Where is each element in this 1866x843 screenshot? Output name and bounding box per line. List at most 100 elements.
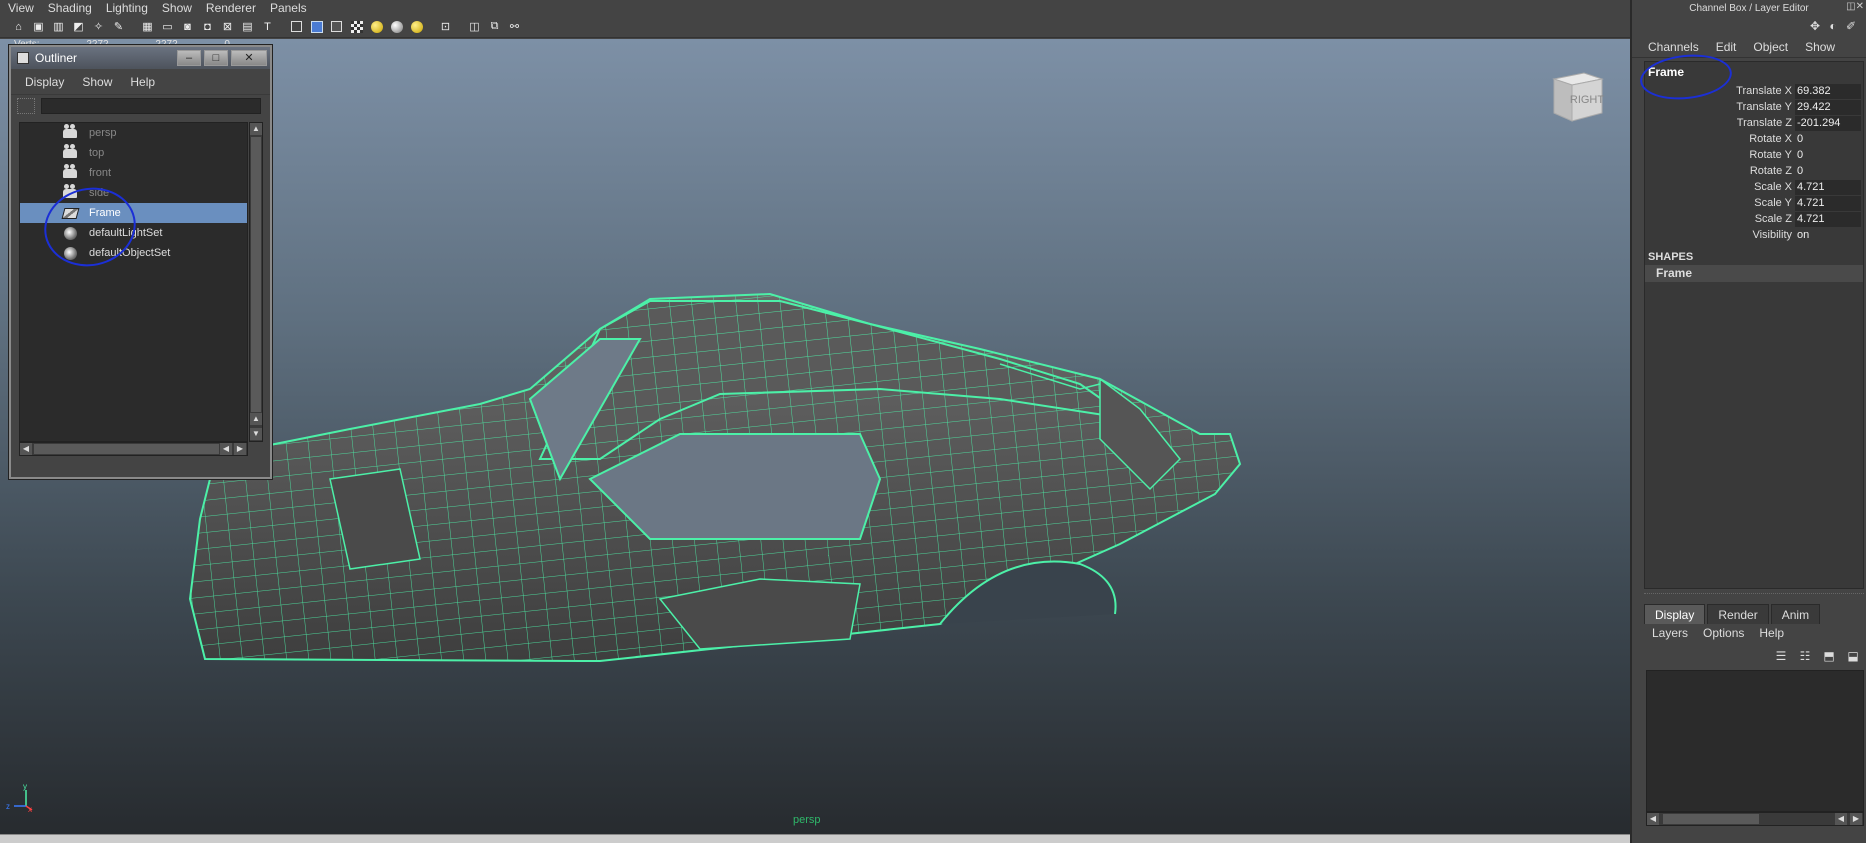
use-all-lights-icon[interactable] xyxy=(368,19,385,35)
move-layer-down-icon[interactable]: ⬓ xyxy=(1844,648,1862,664)
attr-translate-x[interactable]: Translate X 69.382 xyxy=(1645,83,1863,99)
attr-translate-y[interactable]: Translate Y 29.422 xyxy=(1645,99,1863,115)
ambient-occlusion-icon[interactable] xyxy=(408,19,425,35)
attr-translate-z[interactable]: Translate Z -201.294 xyxy=(1645,115,1863,131)
panel-divider[interactable] xyxy=(1644,593,1864,597)
scroll-left-icon[interactable]: ◀ xyxy=(20,443,32,455)
menu-renderer[interactable]: Renderer xyxy=(198,0,262,16)
outliner-item-side[interactable]: side xyxy=(20,183,247,203)
scroll-up-icon[interactable]: ▲ xyxy=(250,123,262,135)
channel-box-toggle-icon[interactable]: ✥ xyxy=(1808,19,1822,33)
grease-pencil-icon[interactable]: ✎ xyxy=(110,19,127,35)
attr-scale-y[interactable]: Scale Y 4.721 xyxy=(1645,195,1863,211)
outliner-titlebar[interactable]: Outliner – □ ✕ xyxy=(11,47,270,69)
isolate-select-icon[interactable]: ⊡ xyxy=(437,19,454,35)
2d-pan-zoom-icon[interactable]: ✧ xyxy=(90,19,107,35)
xray-icon[interactable]: ◫ xyxy=(466,19,483,35)
attr-value[interactable]: -201.294 xyxy=(1795,115,1861,131)
attr-value[interactable]: 0 xyxy=(1795,148,1861,163)
menu-panels[interactable]: Panels xyxy=(262,0,313,16)
filter-icon[interactable] xyxy=(17,98,35,114)
attr-scale-z[interactable]: Scale Z 4.721 xyxy=(1645,211,1863,227)
tool-settings-icon[interactable]: ✐ xyxy=(1844,19,1858,33)
outliner-item-defaultlightset[interactable]: defaultLightSet xyxy=(20,223,247,243)
scroll-left-icon[interactable]: ◀ xyxy=(1835,813,1847,825)
scroll-right-icon[interactable]: ▶ xyxy=(234,443,246,455)
scroll-left-icon[interactable]: ◀ xyxy=(220,443,232,455)
attr-rotate-z[interactable]: Rotate Z 0 xyxy=(1645,163,1863,179)
attr-rotate-x[interactable]: Rotate X 0 xyxy=(1645,131,1863,147)
safe-action-icon[interactable]: ▤ xyxy=(239,19,256,35)
field-chart-icon[interactable]: ⊠ xyxy=(219,19,236,35)
minimize-button[interactable]: – xyxy=(177,50,201,66)
attr-value[interactable]: 69.382 xyxy=(1795,83,1861,99)
wireframe-on-shaded-icon[interactable] xyxy=(328,19,345,35)
outliner-item-defaultobjectset[interactable]: defaultObjectSet xyxy=(20,243,247,263)
channel-box-menu-edit[interactable]: Edit xyxy=(1716,40,1737,54)
attr-value[interactable]: 0 xyxy=(1795,132,1861,147)
film-gate-icon[interactable]: ▭ xyxy=(159,19,176,35)
menu-view[interactable]: View xyxy=(0,0,40,16)
attr-value[interactable]: 4.721 xyxy=(1795,179,1861,195)
scroll-right-icon[interactable]: ▶ xyxy=(1850,813,1862,825)
camera-attributes-icon[interactable]: ▣ xyxy=(30,19,47,35)
shape-node-name[interactable]: Frame xyxy=(1645,265,1863,282)
scroll-down-icon[interactable]: ▼ xyxy=(250,428,262,440)
outliner-menu-display[interactable]: Display xyxy=(25,75,64,89)
outliner-horizontal-scrollbar[interactable]: ◀ ◀ ▶ xyxy=(19,442,248,456)
move-layer-up-icon[interactable]: ⬒ xyxy=(1820,648,1838,664)
image-plane-icon[interactable]: ◩ xyxy=(70,19,87,35)
layer-menu-layers[interactable]: Layers xyxy=(1652,626,1688,642)
new-layer-selected-icon[interactable]: ☷ xyxy=(1796,648,1814,664)
outliner-vertical-scrollbar[interactable]: ▲ ▲ ▼ xyxy=(249,122,263,442)
attr-value[interactable]: 4.721 xyxy=(1795,195,1861,211)
close-icon[interactable]: ◫✕ xyxy=(1846,1,1864,12)
attr-value[interactable]: on xyxy=(1795,228,1861,243)
resolution-gate-icon[interactable]: ◙ xyxy=(179,19,196,35)
channel-box-menu-show[interactable]: Show xyxy=(1805,40,1835,54)
scroll-thumb[interactable] xyxy=(251,137,261,412)
attr-scale-x[interactable]: Scale X 4.721 xyxy=(1645,179,1863,195)
wireframe-icon[interactable] xyxy=(288,19,305,35)
scroll-up-icon[interactable]: ▲ xyxy=(250,413,262,425)
tab-display[interactable]: Display xyxy=(1644,604,1706,624)
gate-mask-icon[interactable]: ◘ xyxy=(199,19,216,35)
time-slider[interactable] xyxy=(0,834,1630,843)
shadows-icon[interactable] xyxy=(388,19,405,35)
menu-lighting[interactable]: Lighting xyxy=(98,0,154,16)
safe-title-icon[interactable]: T xyxy=(259,19,276,35)
attr-rotate-y[interactable]: Rotate Y 0 xyxy=(1645,147,1863,163)
outliner-item-front[interactable]: front xyxy=(20,163,247,183)
bookmarks-icon[interactable]: ▥ xyxy=(50,19,67,35)
attr-value[interactable]: 0 xyxy=(1795,164,1861,179)
layer-list[interactable] xyxy=(1646,670,1864,812)
tab-anim[interactable]: Anim xyxy=(1770,604,1821,624)
layer-list-scrollbar[interactable]: ◀ ◀ ▶ xyxy=(1646,812,1864,826)
menu-shading[interactable]: Shading xyxy=(40,0,98,16)
textured-icon[interactable] xyxy=(348,19,365,35)
xray-joints-icon[interactable]: ⧉ xyxy=(486,19,503,35)
outliner-menu-show[interactable]: Show xyxy=(82,75,112,89)
attribute-editor-icon[interactable]: ◐ xyxy=(1826,19,1840,33)
camera-icon[interactable]: ⌂ xyxy=(10,19,27,35)
attr-value[interactable]: 4.721 xyxy=(1795,211,1861,227)
view-cube[interactable]: RIGHT xyxy=(1546,63,1606,127)
smooth-shade-icon[interactable] xyxy=(308,19,325,35)
scroll-thumb[interactable] xyxy=(1663,814,1759,824)
tab-render[interactable]: Render xyxy=(1707,604,1769,624)
outliner-item-frame[interactable]: Frame xyxy=(20,203,247,223)
close-button[interactable]: ✕ xyxy=(231,50,267,66)
outliner-item-persp[interactable]: persp xyxy=(20,123,247,143)
layer-menu-options[interactable]: Options xyxy=(1703,626,1744,642)
layer-menu-help[interactable]: Help xyxy=(1759,626,1784,642)
attr-visibility[interactable]: Visibility on xyxy=(1645,227,1863,243)
channel-box-object-name[interactable]: Frame xyxy=(1645,62,1863,83)
outliner-item-top[interactable]: top xyxy=(20,143,247,163)
channel-box-menu-channels[interactable]: Channels xyxy=(1648,40,1699,54)
attr-value[interactable]: 29.422 xyxy=(1795,99,1861,115)
menu-show[interactable]: Show xyxy=(154,0,198,16)
scroll-left-icon[interactable]: ◀ xyxy=(1647,813,1659,825)
maximize-button[interactable]: □ xyxy=(204,50,228,66)
scroll-thumb[interactable] xyxy=(34,444,219,454)
new-empty-layer-icon[interactable]: ☰ xyxy=(1772,648,1790,664)
